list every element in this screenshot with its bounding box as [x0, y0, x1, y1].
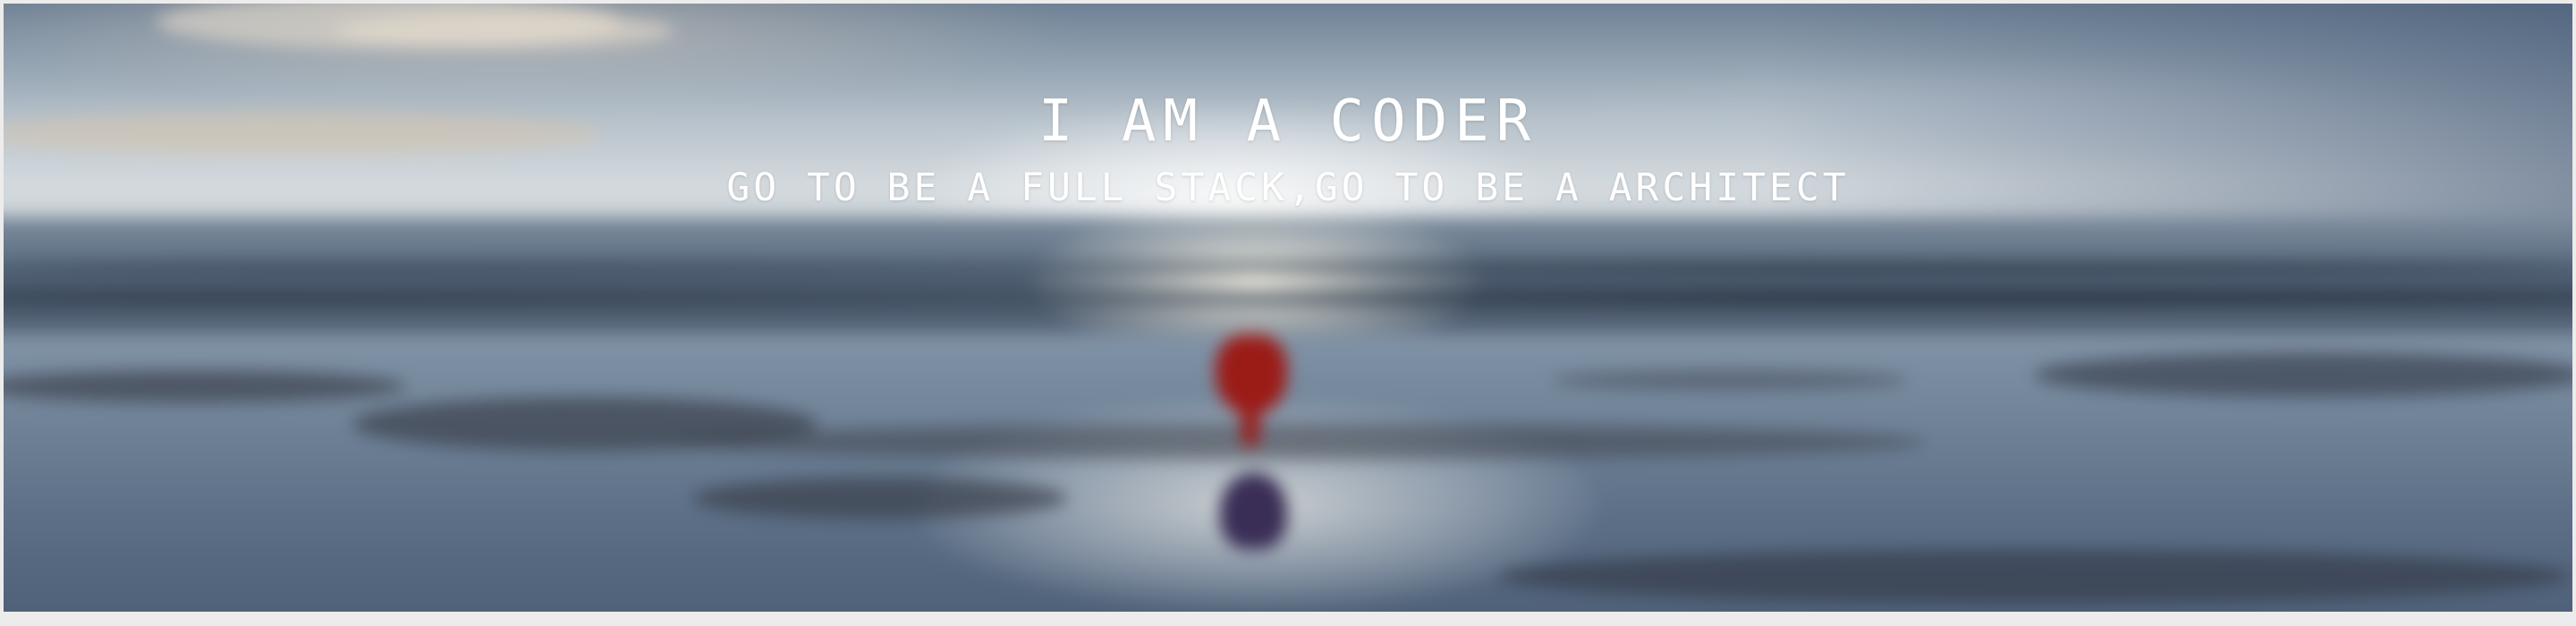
sand-shadow	[1551, 370, 1909, 390]
hero-banner: I AM A CODER GO TO BE A FULL STACK,GO TO…	[4, 4, 2572, 612]
wave	[4, 261, 2572, 274]
hero-title: I AM A CODER	[1038, 89, 1538, 155]
hero-text: I AM A CODER GO TO BE A FULL STACK,GO TO…	[4, 86, 2572, 215]
cloud	[335, 13, 674, 48]
sculpture-stem	[1241, 402, 1259, 446]
wave	[4, 290, 2572, 306]
heart-reflection	[1220, 473, 1287, 549]
sand-shadow	[674, 424, 1927, 460]
sand-shadow	[2034, 352, 2572, 397]
hero-subtitle: GO TO BE A FULL STACK,GO TO BE A ARCHITE…	[726, 165, 1850, 210]
sand-shadow	[692, 478, 1068, 519]
sand-shadow	[1497, 549, 2571, 603]
